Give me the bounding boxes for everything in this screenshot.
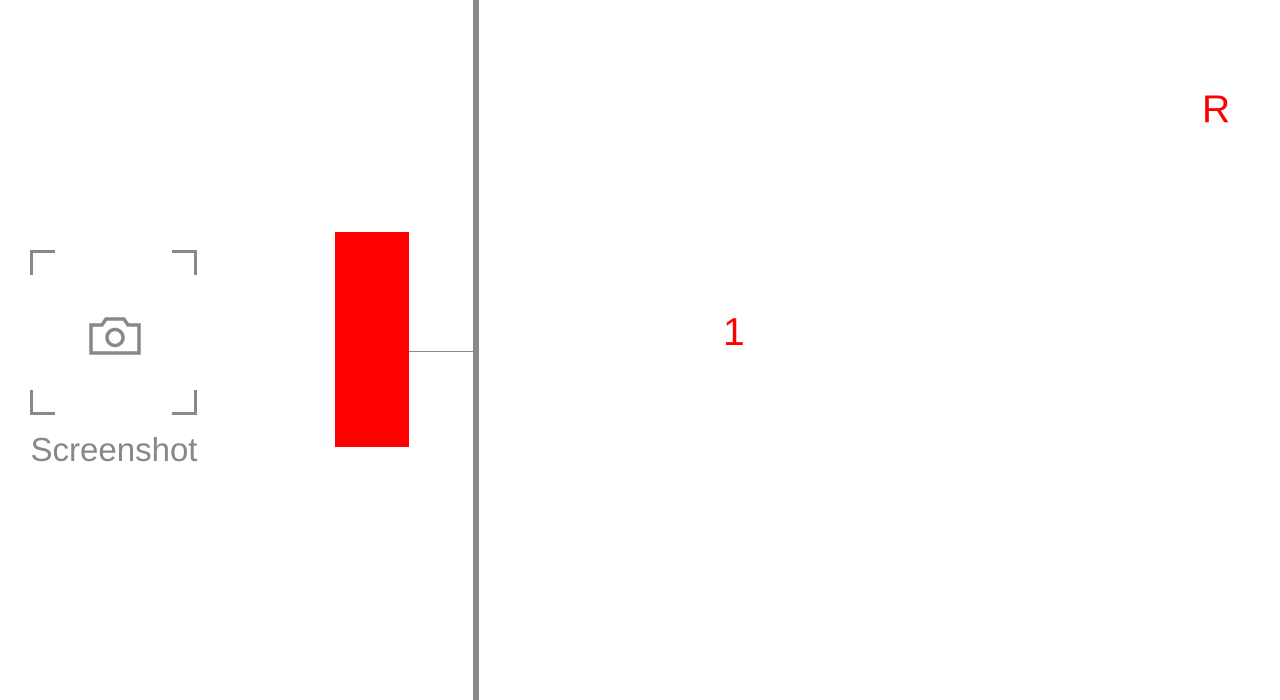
connector-line (409, 351, 474, 352)
frame-corner-top-left (30, 250, 55, 275)
screenshot-button[interactable]: Screenshot (0, 240, 228, 480)
frame-corner-bottom-left (30, 390, 55, 415)
vertical-divider[interactable] (473, 0, 479, 700)
corner-marker: R (1202, 88, 1231, 131)
center-marker: 1 (723, 311, 745, 354)
screenshot-label: Screenshot (30, 431, 198, 468)
canvas: Screenshot R 1 (0, 0, 1280, 700)
frame-corner-top-right (172, 250, 197, 275)
camera-icon (89, 317, 141, 355)
frame-corner-bottom-right (172, 390, 197, 415)
screenshot-frame (30, 250, 197, 415)
drag-handle[interactable] (335, 232, 409, 447)
